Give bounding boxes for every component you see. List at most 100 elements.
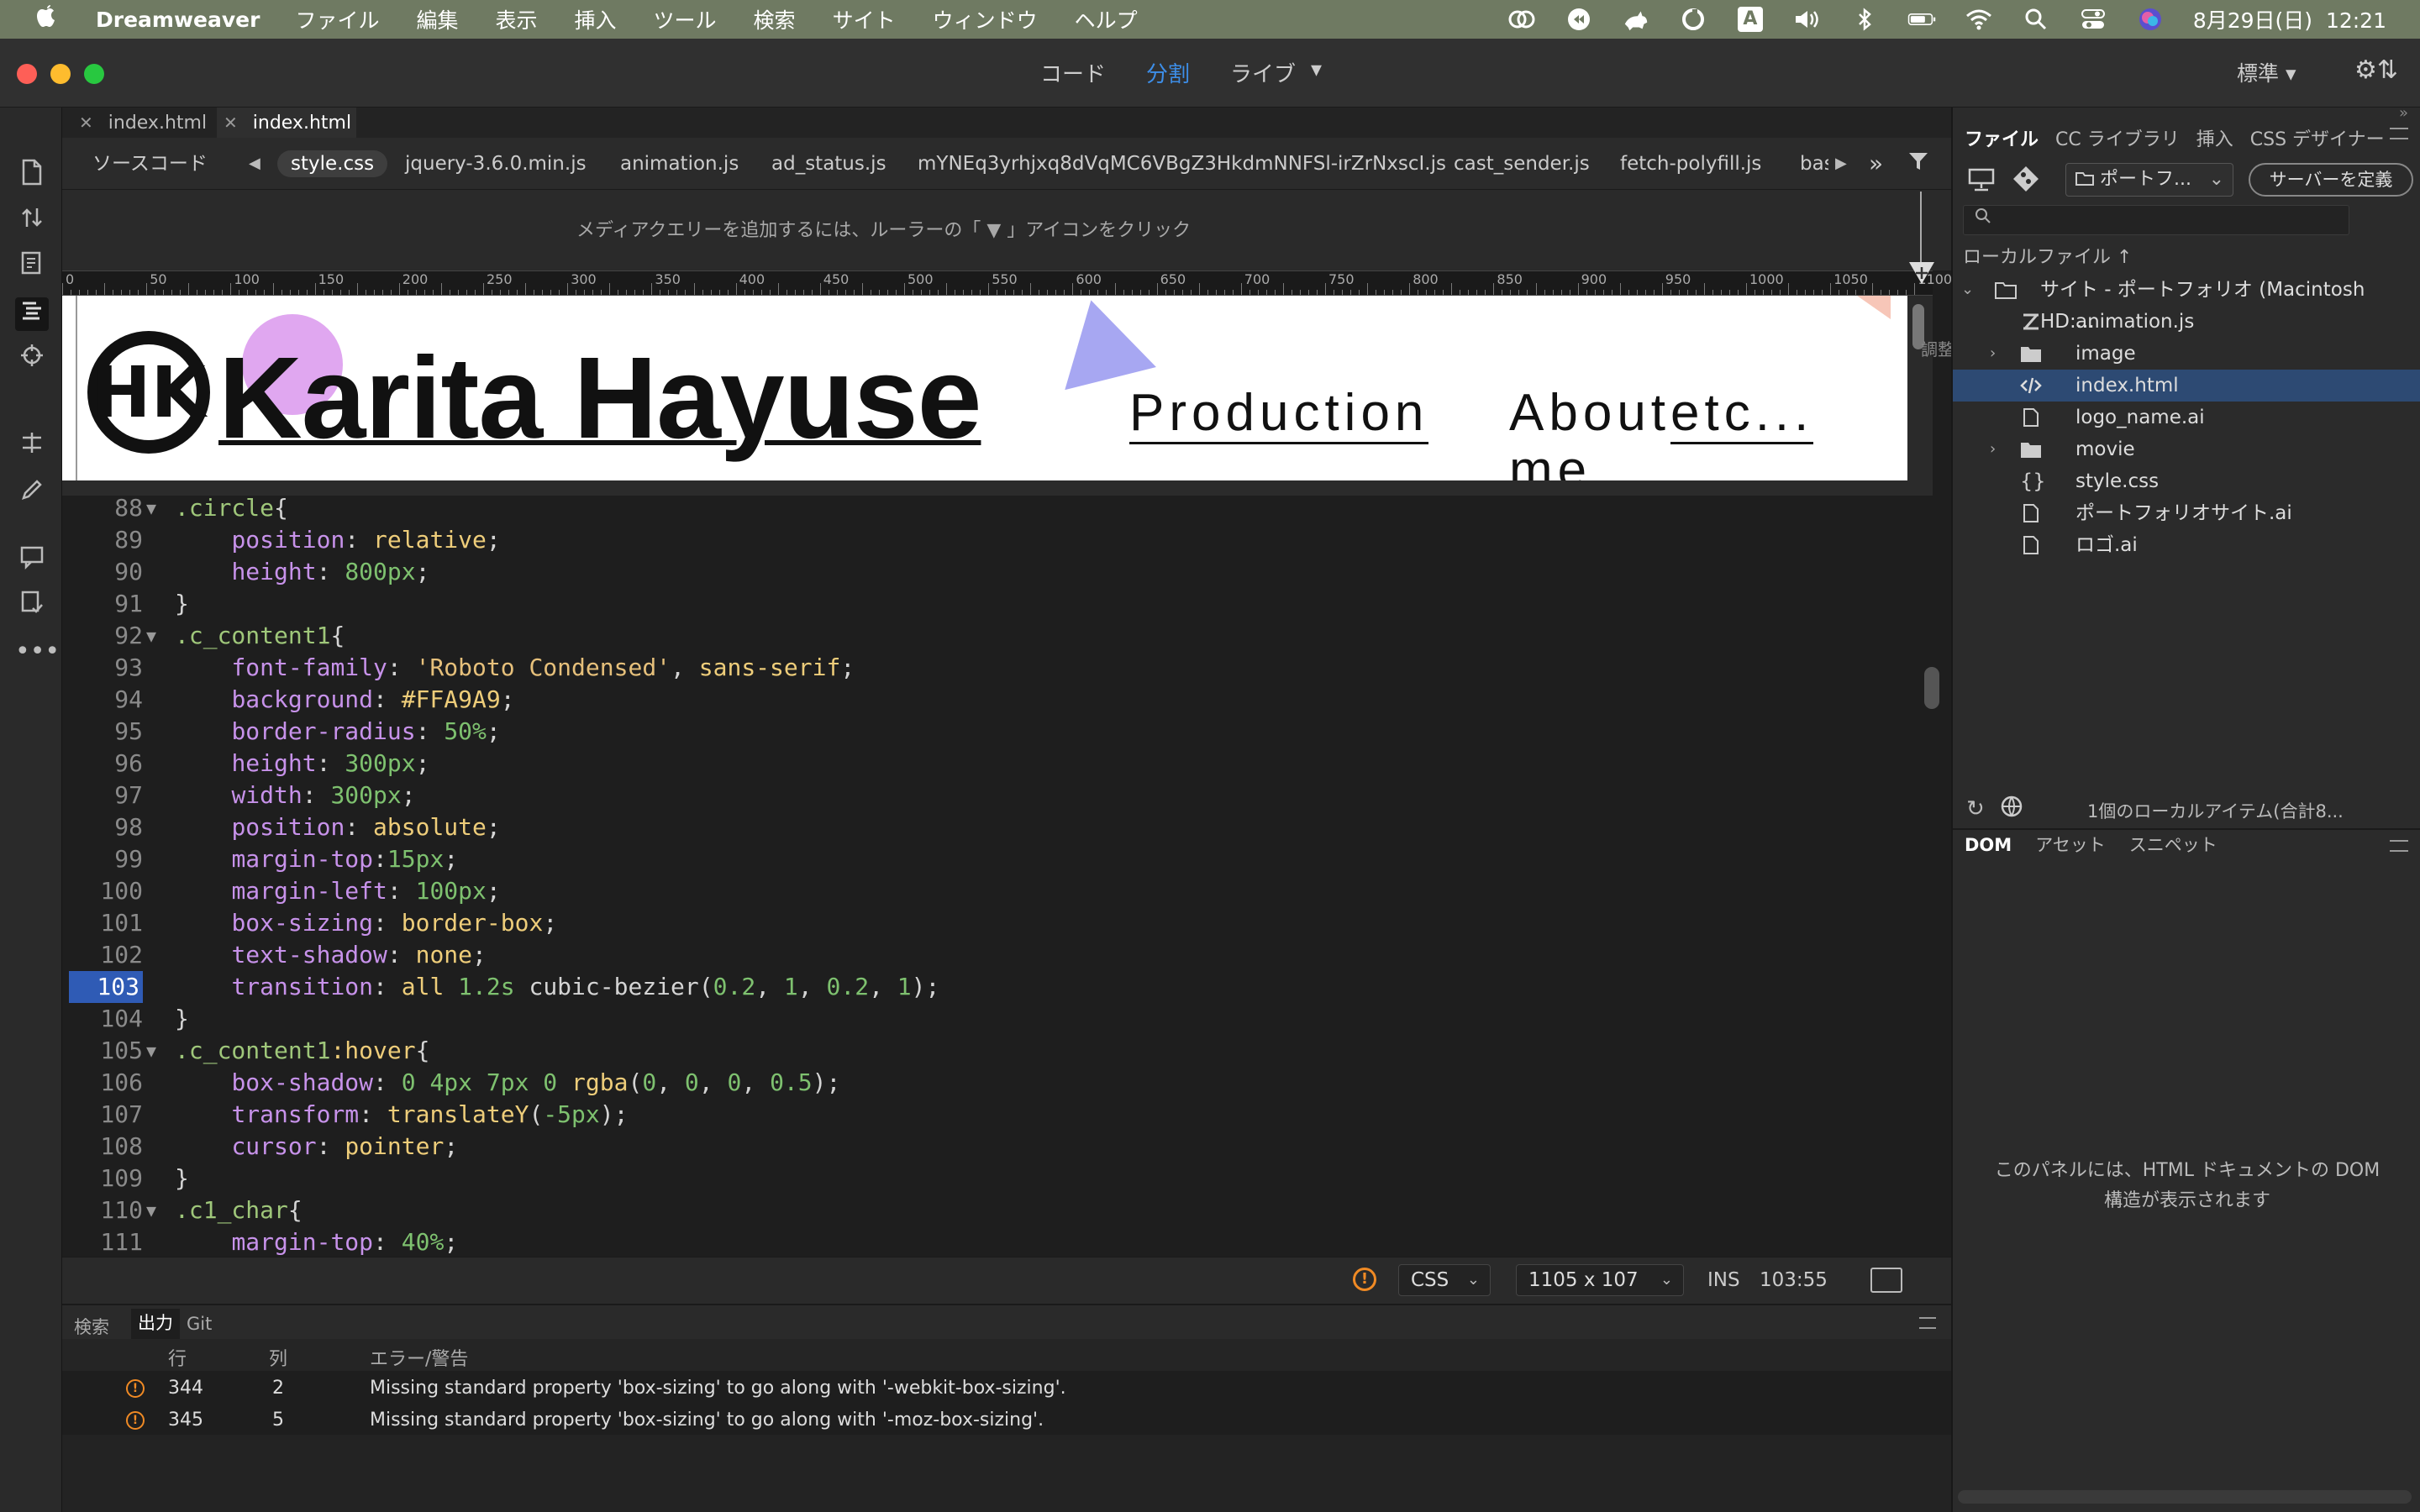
menu-edit[interactable]: 編集 [416,4,458,34]
folder-item-image[interactable]: › image [1953,338,2420,370]
code-line[interactable]: 109} [62,1163,1933,1194]
chevron-right-icon[interactable]: › [1990,433,1996,465]
line-number[interactable]: 111 [69,1226,143,1257]
line-number[interactable]: 102 [69,939,143,971]
siri-icon[interactable] [2136,7,2165,32]
nav-production[interactable]: Production [1129,385,1429,444]
fold-toggle-icon[interactable]: ▼ [146,496,156,524]
panel-menu-icon[interactable] [1919,1317,1936,1329]
line-number[interactable]: 110 [69,1194,143,1226]
code-line[interactable]: 102 text-shadow: none; [62,939,1933,971]
line-number[interactable]: 96 [69,748,143,780]
validate-icon[interactable] [15,590,49,623]
input-method-icon[interactable]: A [1736,7,1765,32]
site-root[interactable]: ⌄ サイト - ポートフォリオ (Macintosh HD:... [1953,274,2420,333]
code-line[interactable]: 99 margin-top:15px; [62,843,1933,875]
line-number[interactable]: 105 [69,1035,143,1067]
window-size-select[interactable]: 1105 x 107 ⌄ [1516,1264,1684,1296]
line-number[interactable]: 99 [69,843,143,875]
line-number[interactable]: 98 [69,811,143,843]
line-number[interactable]: 108 [69,1131,143,1163]
related-file-cast-sender[interactable]: cast_sender.js [1454,150,1590,177]
file-item-style-css[interactable]: {} style.css [1953,465,2420,497]
creative-cloud-icon[interactable] [1507,7,1536,32]
chevron-down-icon[interactable]: ⌄ [1961,274,1974,306]
code-line[interactable]: 101 box-sizing: border-box; [62,907,1933,939]
line-number[interactable]: 92 [69,620,143,652]
apple-menu-icon[interactable] [34,3,59,35]
control-center-icon[interactable] [2079,7,2107,32]
live-preview[interactable]: HK Karita Hayuse Production About me etc… [62,296,1907,480]
menu-site[interactable]: サイト [833,4,896,34]
line-number[interactable]: 109 [69,1163,143,1194]
line-number[interactable]: 93 [69,652,143,684]
site-select[interactable]: ポートフ... ⌄ [2065,163,2233,197]
code-line[interactable]: 104} [62,1003,1933,1035]
code-line[interactable]: 97 width: 300px; [62,780,1933,811]
volume-icon[interactable] [1793,7,1822,32]
menu-file[interactable]: ファイル [295,4,379,34]
code-view-button[interactable]: コード [1040,57,1106,88]
code-scroll-thumb[interactable] [1924,667,1939,709]
menu-tools[interactable]: ツール [654,4,717,34]
language-select[interactable]: CSS ⌄ [1398,1264,1491,1296]
output-row[interactable]: ! 345 5 Missing standard property 'box-s… [62,1404,1951,1436]
cat-icon[interactable] [1622,7,1650,32]
code-line[interactable]: 108 cursor: pointer; [62,1131,1933,1163]
panel-horizontal-scrollbar[interactable] [1958,1490,2412,1504]
doc-tab-2[interactable]: ✕ index.html [217,108,356,138]
globe-sync-icon[interactable] [2000,795,2028,824]
file-item-animation-js[interactable]: animation.js [1953,306,2420,338]
tab-dom[interactable]: DOM [1965,830,2012,860]
define-server-button[interactable]: サーバーを定義 [2249,163,2413,197]
doc-tab-1[interactable]: ✕ index.html [74,108,208,138]
chevron-right-icon[interactable]: › [1990,338,1996,370]
preview-scrollbar[interactable] [1907,296,1933,480]
related-file-fetch-polyfill[interactable]: fetch-polyfill.js [1620,150,1761,177]
format-source-icon[interactable] [15,297,49,331]
live-code-icon[interactable] [15,250,49,284]
workspace-switcher[interactable]: 標準 ▾ [2237,57,2296,87]
code-line[interactable]: 96 height: 300px; [62,748,1933,780]
code-line[interactable]: 88 ▼ .circle{ [62,496,1933,524]
code-line[interactable]: 91} [62,588,1933,620]
rewind-icon[interactable] [1565,7,1593,32]
related-file-hashed-js[interactable]: mYNEq3yrhjxq8dVqMC6VBgZ3HkdmNNFSl-irZrNx… [918,150,1446,177]
filter-icon[interactable] [1907,150,1929,177]
local-files-header[interactable]: ローカルファイル ↑ [1963,242,2132,269]
live-view-dropdown-icon[interactable]: ▾ [1311,57,1322,88]
menu-view[interactable]: 表示 [496,4,538,34]
tab-search[interactable]: 検索 [74,1314,109,1339]
more-tools-icon[interactable]: ••• [15,635,60,669]
settings-gear-icon[interactable]: ⚙⇅ [2354,55,2398,85]
close-window-button[interactable] [17,64,37,84]
code-line[interactable]: 100 margin-left: 100px; [62,875,1933,907]
tab-css-designer[interactable]: CSS デザイナー [2250,124,2385,151]
code-line[interactable]: 98 position: absolute; [62,811,1933,843]
comment-icon[interactable] [15,544,49,578]
site-title[interactable]: Karita Hayuse [218,339,981,457]
insert-mode[interactable]: INS [1707,1269,1740,1291]
line-number[interactable]: 97 [69,780,143,811]
wifi-icon[interactable] [1965,7,1993,32]
line-number[interactable]: 104 [69,1003,143,1035]
folder-item-movie[interactable]: › movie [1953,433,2420,465]
line-number[interactable]: 100 [69,875,143,907]
spotlight-search-icon[interactable] [2022,7,2050,32]
inspect-icon[interactable] [15,343,49,376]
related-file-animation[interactable]: animation.js [620,150,739,177]
related-file-style-css[interactable]: style.css [277,150,388,177]
menu-help[interactable]: ヘルプ [1075,4,1138,34]
app-menu[interactable]: Dreamweaver [96,8,260,32]
code-line[interactable]: 106 box-shadow: 0 4px 7px 0 rgba(0, 0, 0… [62,1067,1933,1099]
code-line[interactable]: 111 margin-top: 40%; [62,1226,1933,1257]
fold-toggle-icon[interactable]: ▼ [146,1194,156,1226]
battery-icon[interactable] [1907,7,1936,32]
tab-assets[interactable]: アセット [2035,830,2106,860]
refresh-icon[interactable]: ↻ [1966,796,1985,822]
tab-git[interactable]: Git [187,1314,212,1334]
bluetooth-icon[interactable] [1850,7,1879,32]
connect-server-icon[interactable] [1966,166,1996,197]
split-divider[interactable] [62,480,1933,496]
related-file-ad-status[interactable]: ad_status.js [771,150,886,177]
